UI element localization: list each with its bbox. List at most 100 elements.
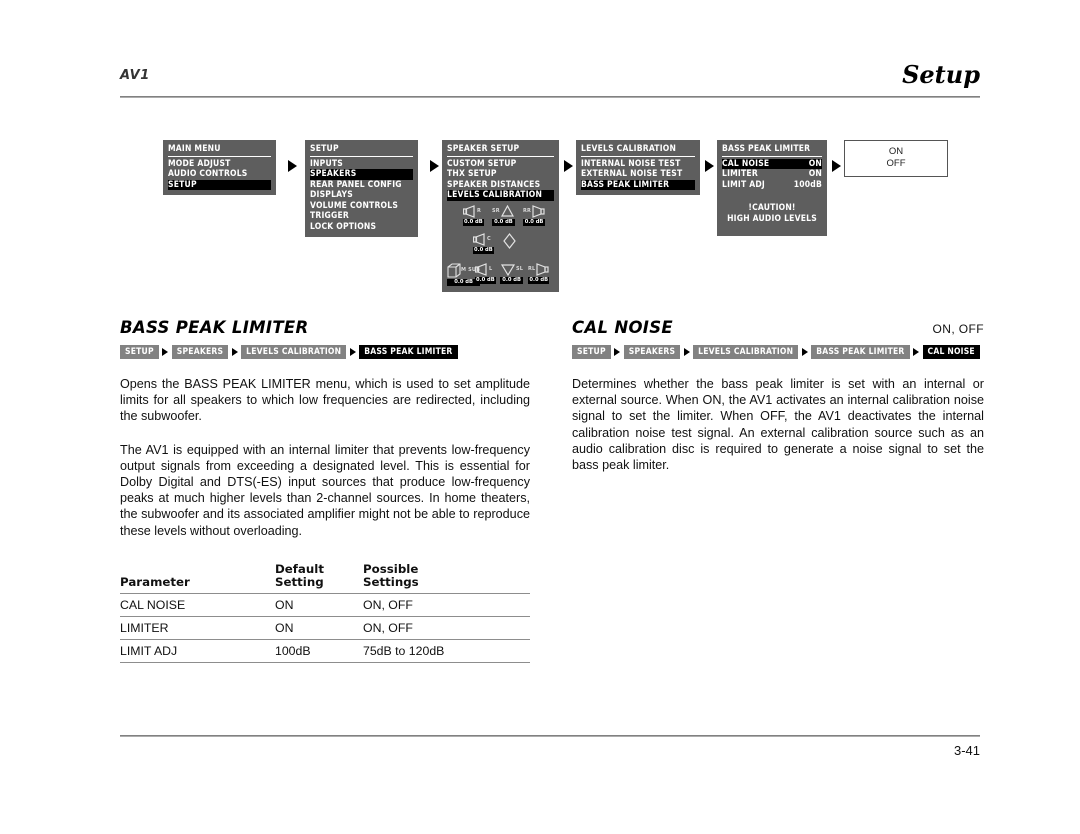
listener-position bbox=[502, 232, 517, 249]
cell-possible: 75dB to 120dB bbox=[363, 638, 530, 663]
speaker-level-l[interactable]: L 0.0 dB bbox=[475, 262, 496, 284]
header-line-2: Settings bbox=[363, 575, 419, 590]
osd-item-inputs[interactable]: INPUTS bbox=[310, 159, 413, 170]
osd-panel-bass-peak-limiter[interactable]: BASS PEAK LIMITER CAL NOISE ON LIMITER O… bbox=[717, 140, 827, 236]
speaker-level-c[interactable]: C 0.0 dB bbox=[473, 232, 494, 254]
breadcrumb-item-levels-calibration[interactable]: LEVELS CALIBRATION bbox=[693, 344, 799, 359]
flow-arrow-icon-4 bbox=[705, 160, 714, 172]
surround-right-icon bbox=[500, 204, 514, 217]
speaker-level-rl[interactable]: RL 0.0 dB bbox=[528, 262, 550, 284]
center-speaker-icon bbox=[473, 232, 485, 246]
breadcrumb-item-speakers[interactable]: SPEAKERS bbox=[171, 344, 229, 359]
subwoofer-cube-icon bbox=[447, 262, 461, 278]
breadcrumb-item-levels-calibration[interactable]: LEVELS CALIBRATION bbox=[241, 344, 347, 359]
osd-item-audio-controls[interactable]: AUDIO CONTROLS bbox=[168, 169, 271, 180]
left-title-row: BASS PEAK LIMITER bbox=[120, 318, 530, 337]
right-content-column: CAL NOISE ON, OFF SETUP SPEAKERS LEVELS … bbox=[572, 318, 984, 473]
speaker-level-value: 0.0 dB bbox=[463, 218, 484, 226]
osd-item-speakers[interactable]: SPEAKERS bbox=[310, 169, 413, 180]
speaker-channel-label: SR bbox=[492, 208, 500, 214]
breadcrumb-arrow-icon bbox=[801, 347, 808, 356]
osd-item-rear-panel-config[interactable]: REAR PANEL CONFIG bbox=[310, 180, 413, 191]
header-divider bbox=[120, 96, 980, 98]
page-header: AV1 Setup bbox=[120, 60, 980, 104]
osd-panel-title: SETUP bbox=[310, 144, 413, 157]
osd-panel-main-menu[interactable]: MAIN MENU MODE ADJUST AUDIO CONTROLS SET… bbox=[163, 140, 276, 195]
flow-arrow-icon-2 bbox=[430, 160, 439, 172]
osd-row-value: 100dB bbox=[793, 179, 822, 190]
breadcrumb-arrow-icon bbox=[614, 347, 621, 356]
caution-line-1: !CAUTION! bbox=[748, 203, 796, 213]
breadcrumb-item-cal-noise[interactable]: CAL NOISE bbox=[922, 344, 980, 359]
osd-row-label: LIMIT ADJ bbox=[722, 179, 765, 190]
possible-values-label: ON, OFF bbox=[932, 322, 984, 336]
speaker-level-sr[interactable]: SR 0.0 dB bbox=[492, 204, 515, 226]
speaker-channel-label: RL bbox=[528, 266, 536, 272]
speaker-level-value: 0.0 dB bbox=[473, 246, 494, 254]
osd-item-bass-peak-limiter[interactable]: BASS PEAK LIMITER bbox=[581, 179, 695, 190]
speaker-levels-diagram: R 0.0 dB SR 0.0 dB RR 0.0 dB C 0.0 dB M … bbox=[447, 204, 554, 291]
column-header-default-setting: Default Setting bbox=[275, 561, 363, 594]
speaker-channel-label: R bbox=[477, 208, 482, 214]
breadcrumb-item-setup[interactable]: SETUP bbox=[120, 344, 159, 359]
osd-panel-title: MAIN MENU bbox=[168, 144, 271, 157]
osd-item-thx-setup[interactable]: THX SETUP bbox=[447, 169, 554, 180]
osd-item-levels-calibration[interactable]: LEVELS CALIBRATION bbox=[447, 190, 554, 201]
osd-caution-message: !CAUTION! HIGH AUDIO LEVELS bbox=[722, 203, 822, 225]
flow-arrow-icon-5 bbox=[832, 160, 841, 172]
popup-option-off[interactable]: OFF bbox=[845, 158, 947, 170]
osd-panel-title: BASS PEAK LIMITER bbox=[722, 144, 822, 157]
speaker-right-facing-icon bbox=[532, 204, 545, 218]
body-paragraph-2: The AV1 is equipped with an internal lim… bbox=[120, 442, 530, 538]
speaker-channel-label: L bbox=[489, 266, 493, 272]
flow-arrow-icon-3 bbox=[564, 160, 573, 172]
cell-default: ON bbox=[275, 615, 363, 640]
product-name: AV1 bbox=[120, 68, 150, 83]
header-line-1: Default bbox=[275, 561, 324, 576]
breadcrumb-item-speakers[interactable]: SPEAKERS bbox=[623, 344, 681, 359]
osd-item-trigger[interactable]: TRIGGER bbox=[310, 211, 413, 222]
breadcrumb-arrow-icon bbox=[683, 347, 690, 356]
footer-divider bbox=[120, 735, 980, 737]
osd-item-volume-controls[interactable]: VOLUME CONTROLS bbox=[310, 201, 413, 212]
osd-item-internal-noise-test[interactable]: INTERNAL NOISE TEST bbox=[581, 159, 695, 170]
right-title-row: CAL NOISE ON, OFF bbox=[572, 318, 984, 337]
speaker-level-sl[interactable]: SL 0.0 dB bbox=[500, 263, 524, 284]
osd-item-external-noise-test[interactable]: EXTERNAL NOISE TEST bbox=[581, 169, 695, 180]
surround-left-icon bbox=[500, 263, 516, 276]
osd-popup-on-off[interactable]: ON OFF bbox=[844, 140, 948, 177]
breadcrumb-item-bass-peak-limiter[interactable]: BASS PEAK LIMITER bbox=[359, 344, 458, 359]
cell-default: ON bbox=[275, 592, 363, 617]
osd-panel-setup[interactable]: SETUP INPUTS SPEAKERS REAR PANEL CONFIG … bbox=[305, 140, 418, 237]
osd-row-limit-adj[interactable]: LIMIT ADJ 100dB bbox=[722, 180, 822, 191]
header-line-2: Setting bbox=[275, 575, 324, 590]
speaker-channel-label: RR bbox=[523, 208, 532, 214]
osd-item-speaker-distances[interactable]: SPEAKER DISTANCES bbox=[447, 180, 554, 191]
osd-item-mode-adjust[interactable]: MODE ADJUST bbox=[168, 159, 271, 170]
osd-panel-levels-calibration[interactable]: LEVELS CALIBRATION INTERNAL NOISE TEST E… bbox=[576, 140, 700, 195]
breadcrumb-item-bass-peak-limiter[interactable]: BASS PEAK LIMITER bbox=[811, 344, 910, 359]
cell-parameter: LIMITER bbox=[120, 615, 275, 640]
page-footer: 3-41 bbox=[120, 735, 980, 758]
speaker-level-rr[interactable]: RR 0.0 dB bbox=[523, 204, 546, 226]
speaker-left-facing-icon bbox=[463, 204, 475, 218]
osd-row-limiter[interactable]: LIMITER ON bbox=[722, 169, 822, 180]
table-row: LIMIT ADJ 100dB 75dB to 120dB bbox=[120, 638, 530, 663]
column-header-possible-settings: Possible Settings bbox=[363, 561, 530, 594]
osd-item-lock-options[interactable]: LOCK OPTIONS bbox=[310, 222, 413, 233]
osd-row-cal-noise[interactable]: CAL NOISE ON bbox=[722, 158, 822, 169]
page-title: CAL NOISE bbox=[572, 318, 673, 337]
popup-option-on[interactable]: ON bbox=[845, 146, 947, 158]
osd-item-custom-setup[interactable]: CUSTOM SETUP bbox=[447, 159, 554, 170]
speaker-level-r[interactable]: R 0.0 dB bbox=[463, 204, 484, 226]
page-title: BASS PEAK LIMITER bbox=[120, 318, 309, 337]
osd-panel-speaker-setup[interactable]: SPEAKER SETUP CUSTOM SETUP THX SETUP SPE… bbox=[442, 140, 559, 292]
speaker-channel-label: SL bbox=[516, 266, 524, 272]
cell-possible: ON, OFF bbox=[363, 615, 530, 640]
header-line-1: Possible bbox=[363, 561, 419, 576]
osd-item-setup[interactable]: SETUP bbox=[168, 179, 271, 190]
breadcrumb-item-setup[interactable]: SETUP bbox=[572, 344, 611, 359]
osd-item-displays[interactable]: DISPLAYS bbox=[310, 190, 413, 201]
osd-row-label: LIMITER bbox=[722, 169, 758, 179]
speaker-channel-label: C bbox=[487, 236, 491, 242]
